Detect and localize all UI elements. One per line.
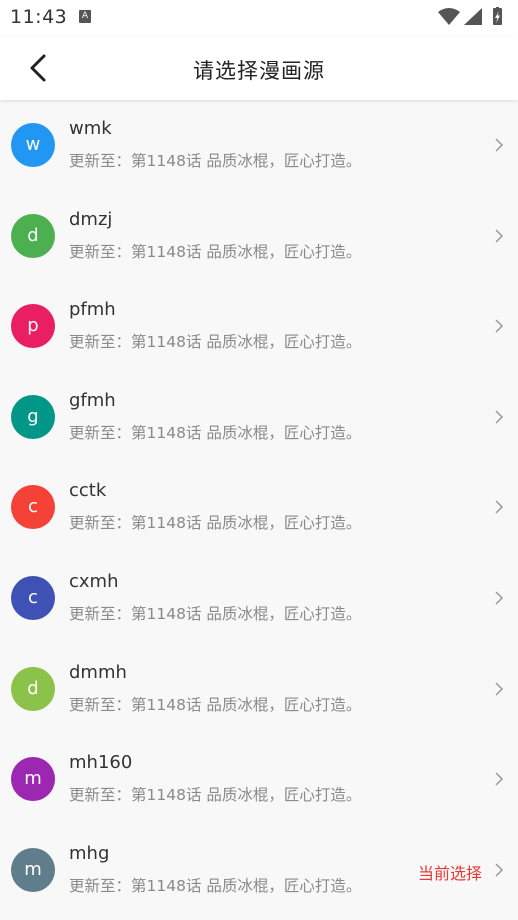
source-subtitle: 更新至：第1148话 品质冰棍，匠心打造。 bbox=[69, 604, 362, 623]
chevron-right-icon bbox=[495, 591, 504, 605]
list-item[interactable]: d dmmh 更新至：第1148话 品质冰棍，匠心打造。 bbox=[0, 643, 518, 735]
list-item[interactable]: c cxmh 更新至：第1148话 品质冰棍，匠心打造。 bbox=[0, 552, 518, 644]
app-bar: 请选择漫画源 bbox=[0, 36, 518, 100]
avatar: c bbox=[11, 575, 55, 620]
source-name: cctk bbox=[69, 480, 107, 502]
source-name: mh160 bbox=[69, 752, 133, 774]
avatar: d bbox=[11, 213, 55, 258]
page-title: 请选择漫画源 bbox=[193, 59, 325, 83]
chevron-right-icon bbox=[495, 138, 504, 152]
avatar: d bbox=[11, 666, 55, 711]
source-name: gfmh bbox=[69, 389, 116, 411]
source-name: wmk bbox=[69, 118, 112, 139]
avatar: m bbox=[11, 847, 55, 892]
list-item[interactable]: c cctk 更新至：第1148话 品质冰棍，匠心打造。 bbox=[0, 462, 518, 553]
source-name: cxmh bbox=[69, 570, 119, 592]
source-list: w wmk 更新至：第1148话 品质冰棍，匠心打造。 d dmzj 更新至：第… bbox=[0, 100, 518, 916]
source-name: dmmh bbox=[69, 661, 127, 683]
chevron-right-icon bbox=[495, 772, 504, 786]
avatar: c bbox=[11, 485, 55, 530]
list-item[interactable]: w wmk 更新至：第1148话 品质冰棍，匠心打造。 bbox=[0, 100, 518, 191]
source-subtitle: 更新至：第1148话 品质冰棍，匠心打造。 bbox=[69, 423, 362, 442]
status-bar: 11:43 A bbox=[0, 0, 518, 36]
current-selection-label: 当前选择 bbox=[417, 863, 482, 883]
list-item[interactable]: g gfmh 更新至：第1148话 品质冰棍，匠心打造。 bbox=[0, 371, 518, 463]
source-subtitle: 更新至：第1148话 品质冰棍，匠心打造。 bbox=[69, 695, 362, 714]
avatar: p bbox=[11, 304, 55, 349]
chevron-right-icon bbox=[495, 863, 504, 877]
list-item[interactable]: m mh160 更新至：第1148话 品质冰棍，匠心打造。 bbox=[0, 734, 518, 825]
source-subtitle: 更新至：第1148话 品质冰棍，匠心打造。 bbox=[69, 333, 362, 352]
avatar: w bbox=[11, 123, 55, 167]
source-subtitle: 更新至：第1148话 品质冰棍，匠心打造。 bbox=[69, 786, 362, 805]
chevron-right-icon bbox=[495, 229, 504, 243]
list-item[interactable]: m mhg 更新至：第1148话 品质冰棍，匠心打造。 当前选择 bbox=[0, 824, 518, 916]
chevron-right-icon bbox=[495, 500, 504, 514]
status-icons bbox=[438, 7, 502, 25]
source-name: pfmh bbox=[69, 299, 116, 321]
source-name: mhg bbox=[69, 842, 110, 864]
chevron-right-icon bbox=[495, 319, 504, 333]
source-subtitle: 更新至：第1148话 品质冰棍，匠心打造。 bbox=[69, 242, 362, 261]
source-subtitle: 更新至：第1148话 品质冰棍，匠心打造。 bbox=[69, 876, 362, 895]
battery-icon bbox=[493, 7, 502, 25]
list-item[interactable]: d dmzj 更新至：第1148话 品质冰棍，匠心打造。 bbox=[0, 190, 518, 282]
avatar: m bbox=[11, 757, 55, 802]
avatar: g bbox=[11, 394, 55, 439]
signal-icon bbox=[464, 8, 482, 25]
chevron-right-icon bbox=[495, 410, 504, 424]
source-subtitle: 更新至：第1148话 品质冰棍，匠心打造。 bbox=[69, 152, 362, 170]
list-item[interactable]: p pfmh 更新至：第1148话 品质冰棍，匠心打造。 bbox=[0, 281, 518, 372]
source-name: dmzj bbox=[69, 208, 113, 230]
source-subtitle: 更新至：第1148话 品质冰棍，匠心打造。 bbox=[69, 514, 362, 533]
wifi-icon bbox=[438, 8, 460, 25]
notification-icon: A bbox=[79, 10, 91, 23]
status-time: 11:43 bbox=[10, 6, 68, 28]
chevron-right-icon bbox=[495, 682, 504, 696]
